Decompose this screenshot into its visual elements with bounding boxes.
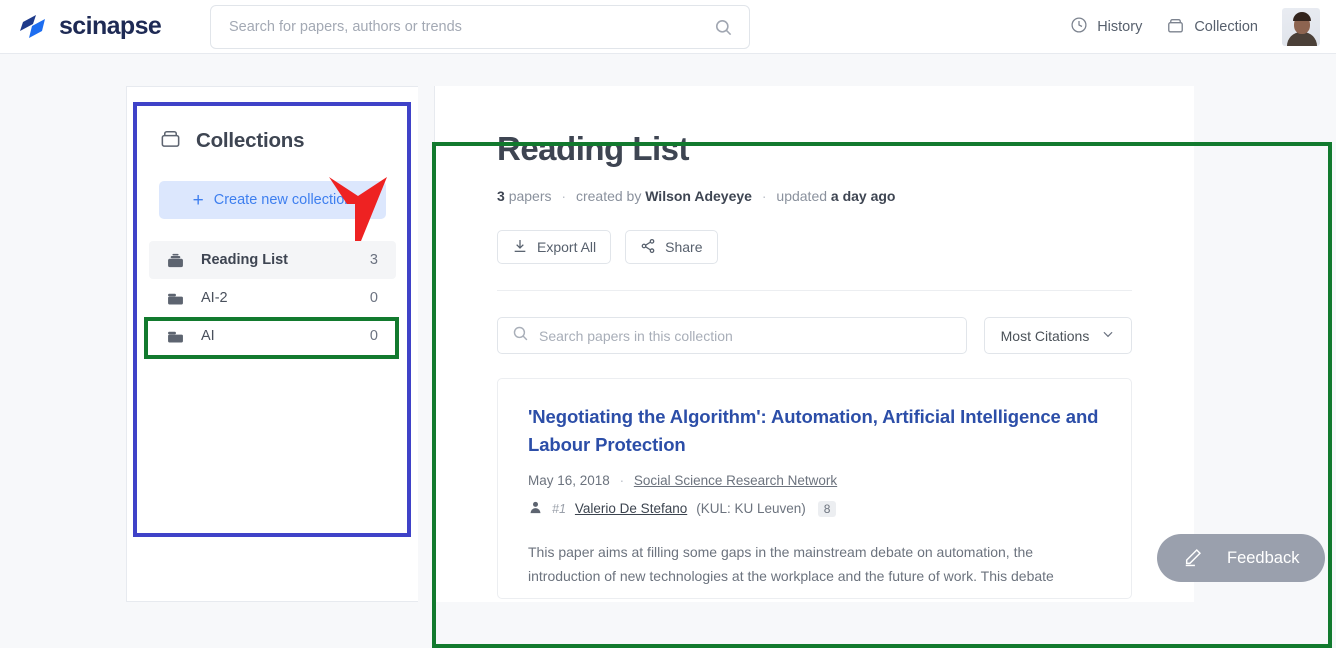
search-icon[interactable] xyxy=(714,18,733,37)
sidebar-item-ai[interactable]: AI 0 xyxy=(149,317,396,355)
paper-publication-info: May 16, 2018 · Social Science Research N… xyxy=(528,473,1101,488)
sort-dropdown[interactable]: Most Citations xyxy=(984,317,1132,354)
paper-date: May 16, 2018 xyxy=(528,472,610,488)
plus-icon: + xyxy=(192,189,204,211)
chevron-down-icon xyxy=(1101,327,1115,344)
paper-abstract: This paper aims at filling some gaps in … xyxy=(528,543,1054,584)
share-icon xyxy=(640,238,656,257)
meta-separator: · xyxy=(619,472,625,488)
avatar-hair xyxy=(1293,12,1311,21)
archive-filled-icon xyxy=(165,250,191,271)
author-affiliation: (KUL: KU Leuven) xyxy=(696,501,806,516)
global-search-box[interactable] xyxy=(210,5,750,49)
collection-list: Reading List 3 AI-2 0 AI 0 xyxy=(145,241,400,355)
updated-label: updated xyxy=(776,188,828,204)
export-all-button[interactable]: Export All xyxy=(497,230,612,264)
collection-link[interactable]: Collection xyxy=(1166,16,1258,39)
collection-search-input[interactable] xyxy=(539,327,952,344)
archive-icon xyxy=(1166,16,1185,39)
annotation-red-arrow-icon xyxy=(325,174,391,249)
sidebar-item-count: 0 xyxy=(369,290,378,306)
collection-search-box[interactable] xyxy=(497,317,967,354)
collection-detail-panel: Reading List 3 papers · created by Wilso… xyxy=(434,86,1194,602)
share-label: Share xyxy=(665,239,703,255)
logo[interactable]: scinapse xyxy=(20,12,162,42)
sidebar-title: Collections xyxy=(196,129,305,152)
history-label: History xyxy=(1097,19,1143,35)
meta-separator: · xyxy=(561,188,567,204)
page-title: Reading List xyxy=(497,130,690,167)
global-search-input[interactable] xyxy=(211,19,714,35)
author-rank: #1 xyxy=(552,501,566,516)
filter-row: Most Citations xyxy=(497,317,1132,354)
sidebar-item-count: 3 xyxy=(369,252,378,268)
sidebar-header: Collections xyxy=(145,87,400,155)
feedback-label: Feedback xyxy=(1227,548,1300,567)
export-all-label: Export All xyxy=(537,239,597,255)
sidebar-item-count: 0 xyxy=(369,328,378,344)
meta-separator: · xyxy=(761,188,767,204)
papers-count: 3 xyxy=(497,188,505,204)
feedback-button[interactable]: Feedback xyxy=(1157,534,1325,582)
folder-icon xyxy=(165,326,191,347)
creator-name: Wilson Adeyeye xyxy=(645,188,752,204)
created-by-label: created by xyxy=(575,188,642,204)
collection-meta: 3 papers · created by Wilson Adeyeye · u… xyxy=(497,188,1132,204)
main-inner: Reading List 3 papers · created by Wilso… xyxy=(435,86,1194,599)
collection-label: Collection xyxy=(1194,19,1258,35)
paper-venue-link[interactable]: Social Science Research Network xyxy=(634,473,837,488)
archive-icon xyxy=(159,127,182,155)
paper-author-row: #1 Valerio De Stefano (KUL: KU Leuven) 8 xyxy=(528,500,1101,518)
search-icon xyxy=(512,325,529,347)
pencil-icon xyxy=(1183,545,1205,572)
papers-word: papers xyxy=(508,188,552,204)
sidebar-item-ai-2[interactable]: AI-2 0 xyxy=(149,279,396,317)
clock-icon xyxy=(1070,16,1088,38)
avatar-body xyxy=(1287,32,1317,46)
paper-title[interactable]: 'Negotiating the Algorithm': Automation,… xyxy=(528,403,1101,459)
download-icon xyxy=(512,238,528,257)
history-link[interactable]: History xyxy=(1070,16,1142,38)
page-body: Collections + Create new collection Read… xyxy=(0,54,1336,648)
paper-card: 'Negotiating the Algorithm': Automation,… xyxy=(497,378,1132,599)
logo-text: scinapse xyxy=(59,12,162,40)
share-button[interactable]: Share xyxy=(625,230,718,264)
sidebar-item-label: AI-2 xyxy=(201,290,228,306)
sort-selected-label: Most Citations xyxy=(1000,327,1090,344)
sidebar-item-label: AI xyxy=(201,328,215,344)
collection-actions: Export All Share xyxy=(497,230,1132,264)
collections-sidebar: Collections + Create new collection Read… xyxy=(126,86,418,602)
author-name-link[interactable]: Valerio De Stefano xyxy=(575,501,687,516)
divider xyxy=(497,290,1132,291)
avatar[interactable] xyxy=(1282,8,1320,46)
updated-value: a day ago xyxy=(830,188,896,204)
scinapse-logo-icon xyxy=(20,12,50,42)
folder-icon xyxy=(165,288,191,309)
person-icon xyxy=(528,500,543,518)
app-header: scinapse History Collect xyxy=(0,0,1336,54)
author-citation-badge: 8 xyxy=(817,500,837,517)
sidebar-item-label: Reading List xyxy=(201,252,289,268)
header-actions: History Collection xyxy=(1070,0,1320,54)
